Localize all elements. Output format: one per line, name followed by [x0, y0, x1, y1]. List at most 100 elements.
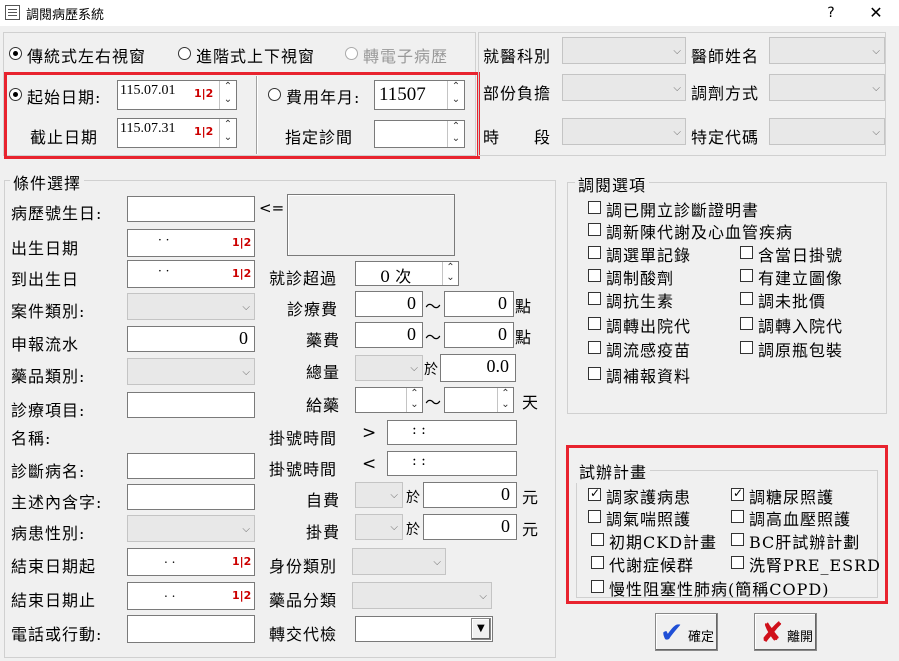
- unit-points: 點: [515, 328, 533, 347]
- chart-birth-input[interactable]: [127, 196, 255, 222]
- identity-select[interactable]: ⌵: [352, 548, 446, 575]
- treat-fee-to[interactable]: 0: [444, 291, 514, 317]
- label-end-to: 結束日期止: [11, 591, 97, 610]
- x-icon: ✘: [760, 616, 784, 649]
- opt-label-6: 調抗生素: [606, 292, 675, 311]
- checkbox-opt-8[interactable]: [588, 317, 601, 330]
- phone-input[interactable]: [127, 615, 255, 643]
- label-traditional: 傳統式左右視窗: [27, 47, 147, 66]
- checkbox-opt-1[interactable]: [588, 223, 601, 236]
- label-special: 特定代碼: [691, 128, 760, 147]
- calendar-icon: 1|2: [232, 555, 252, 568]
- label-epr: 轉電子病歷: [363, 47, 449, 66]
- visit-over-field[interactable]: 0 次 ⌃ ⌄: [355, 261, 459, 286]
- highlight-frame: [566, 445, 888, 604]
- opt-label-8: 調轉出院代: [606, 317, 692, 336]
- complaint-input[interactable]: [127, 484, 255, 510]
- radio-epr[interactable]: [345, 47, 358, 60]
- radio-advanced[interactable]: [178, 47, 191, 60]
- title-bar: 調閱病歷系統 ? ✕: [0, 0, 899, 26]
- checkbox-opt-6[interactable]: [588, 292, 601, 305]
- referral-select[interactable]: ▼: [355, 616, 493, 642]
- label-reg-time-lt: 掛號時間: [269, 460, 338, 479]
- arrow-icon: <=: [259, 199, 285, 217]
- period-select[interactable]: ⌵: [562, 118, 686, 145]
- give-to-spin[interactable]: ⌃ ⌄: [497, 388, 513, 412]
- visit-over-spin[interactable]: ⌃ ⌄: [442, 262, 458, 285]
- reg-time-gt-field[interactable]: : :: [387, 420, 517, 445]
- checkbox-opt-4[interactable]: [588, 269, 601, 282]
- reg-time-lt-field[interactable]: : :: [387, 451, 517, 476]
- help-button[interactable]: ?: [820, 2, 842, 24]
- self-pay-select[interactable]: ⌵: [355, 482, 403, 508]
- dept-select[interactable]: ⌵: [562, 37, 686, 64]
- reg-fee-input[interactable]: 0: [423, 514, 517, 540]
- opt-label-0: 調已開立診斷證明書: [606, 201, 760, 220]
- label-referral: 轉交代檢: [269, 625, 338, 644]
- label-drug-fee: 藥費: [306, 331, 341, 350]
- highlight-frame: [4, 72, 480, 159]
- app-icon: [5, 5, 20, 20]
- copay-select[interactable]: ⌵: [562, 74, 686, 101]
- opt-label-11: 調原瓶包裝: [758, 341, 844, 360]
- opt-label-7: 調未批價: [758, 292, 827, 311]
- checkbox-opt-0[interactable]: [588, 201, 601, 214]
- label-at: 於: [406, 522, 420, 538]
- label-reg-time-gt: 掛號時間: [269, 429, 338, 448]
- preview-box: [287, 194, 455, 256]
- checkbox-opt-7[interactable]: [740, 292, 753, 305]
- dispense-select[interactable]: ⌵: [769, 74, 885, 101]
- label-drug-type: 藥品類別:: [11, 367, 86, 386]
- checkbox-opt-9[interactable]: [740, 317, 753, 330]
- case-type-select[interactable]: ⌵: [127, 293, 255, 320]
- label-total: 總量: [306, 363, 341, 382]
- give-from[interactable]: ⌃ ⌄: [355, 387, 423, 413]
- calendar-icon: 1|2: [232, 236, 252, 249]
- unit-day: 天: [522, 393, 540, 412]
- end-from-field[interactable]: . . 1|2: [127, 548, 255, 576]
- drug-class-select[interactable]: ⌵: [352, 582, 492, 609]
- checkbox-opt-2[interactable]: [588, 246, 601, 259]
- diagnosis-input[interactable]: [127, 453, 255, 479]
- tilde: ～: [425, 328, 443, 347]
- checkbox-opt-11[interactable]: [740, 341, 753, 354]
- label-end-from: 結束日期起: [11, 557, 97, 576]
- label-complaint: 主述內含字:: [11, 493, 103, 512]
- total-input[interactable]: 0.0: [440, 354, 516, 382]
- less-than: <: [362, 454, 377, 474]
- gender-select[interactable]: ⌵: [127, 515, 255, 542]
- unit-yuan: 元: [522, 520, 540, 539]
- opt-label-10: 調流感疫苗: [606, 341, 692, 360]
- checkbox-opt-5[interactable]: [740, 269, 753, 282]
- birthdate-field[interactable]: · · 1|2: [127, 229, 255, 257]
- reg-fee-select[interactable]: ⌵: [355, 514, 403, 540]
- to-birthdate-field[interactable]: · · 1|2: [127, 260, 255, 288]
- triangle-down-icon: ▼: [477, 623, 485, 634]
- label-period: 時 段: [483, 128, 552, 147]
- total-select[interactable]: ⌵: [355, 355, 423, 381]
- checkbox-opt-3[interactable]: [740, 246, 753, 259]
- doctor-select[interactable]: ⌵: [769, 37, 885, 64]
- close-button[interactable]: ✕: [864, 2, 888, 24]
- special-select[interactable]: ⌵: [769, 118, 885, 145]
- checkbox-opt-10[interactable]: [588, 341, 601, 354]
- checkbox-opt-12[interactable]: [588, 367, 601, 380]
- window-title: 調閱病歷系統: [26, 8, 105, 23]
- drug-fee-from[interactable]: 0: [355, 322, 423, 348]
- radio-traditional[interactable]: [9, 47, 22, 60]
- dropdown-button[interactable]: ▼: [471, 618, 491, 640]
- end-to-field[interactable]: . . 1|2: [127, 582, 255, 610]
- conditions-title: 條件選擇: [10, 170, 85, 194]
- give-from-spin[interactable]: ⌃ ⌄: [406, 388, 422, 412]
- drug-type-select[interactable]: ⌵: [127, 358, 255, 385]
- treat-item-input[interactable]: [127, 392, 255, 418]
- treat-fee-from[interactable]: 0: [355, 291, 423, 317]
- drug-fee-to[interactable]: 0: [444, 322, 514, 348]
- opt-label-1: 調新陳代謝及心血管疾病: [606, 223, 794, 242]
- report-seq-input[interactable]: 0: [127, 326, 255, 352]
- give-to[interactable]: ⌃ ⌄: [444, 387, 514, 413]
- leave-button[interactable]: ✘ 離開: [754, 613, 817, 651]
- ok-button[interactable]: ✔ 確定: [655, 613, 718, 651]
- self-pay-input[interactable]: 0: [423, 482, 517, 508]
- label-name: 名稱:: [11, 429, 52, 448]
